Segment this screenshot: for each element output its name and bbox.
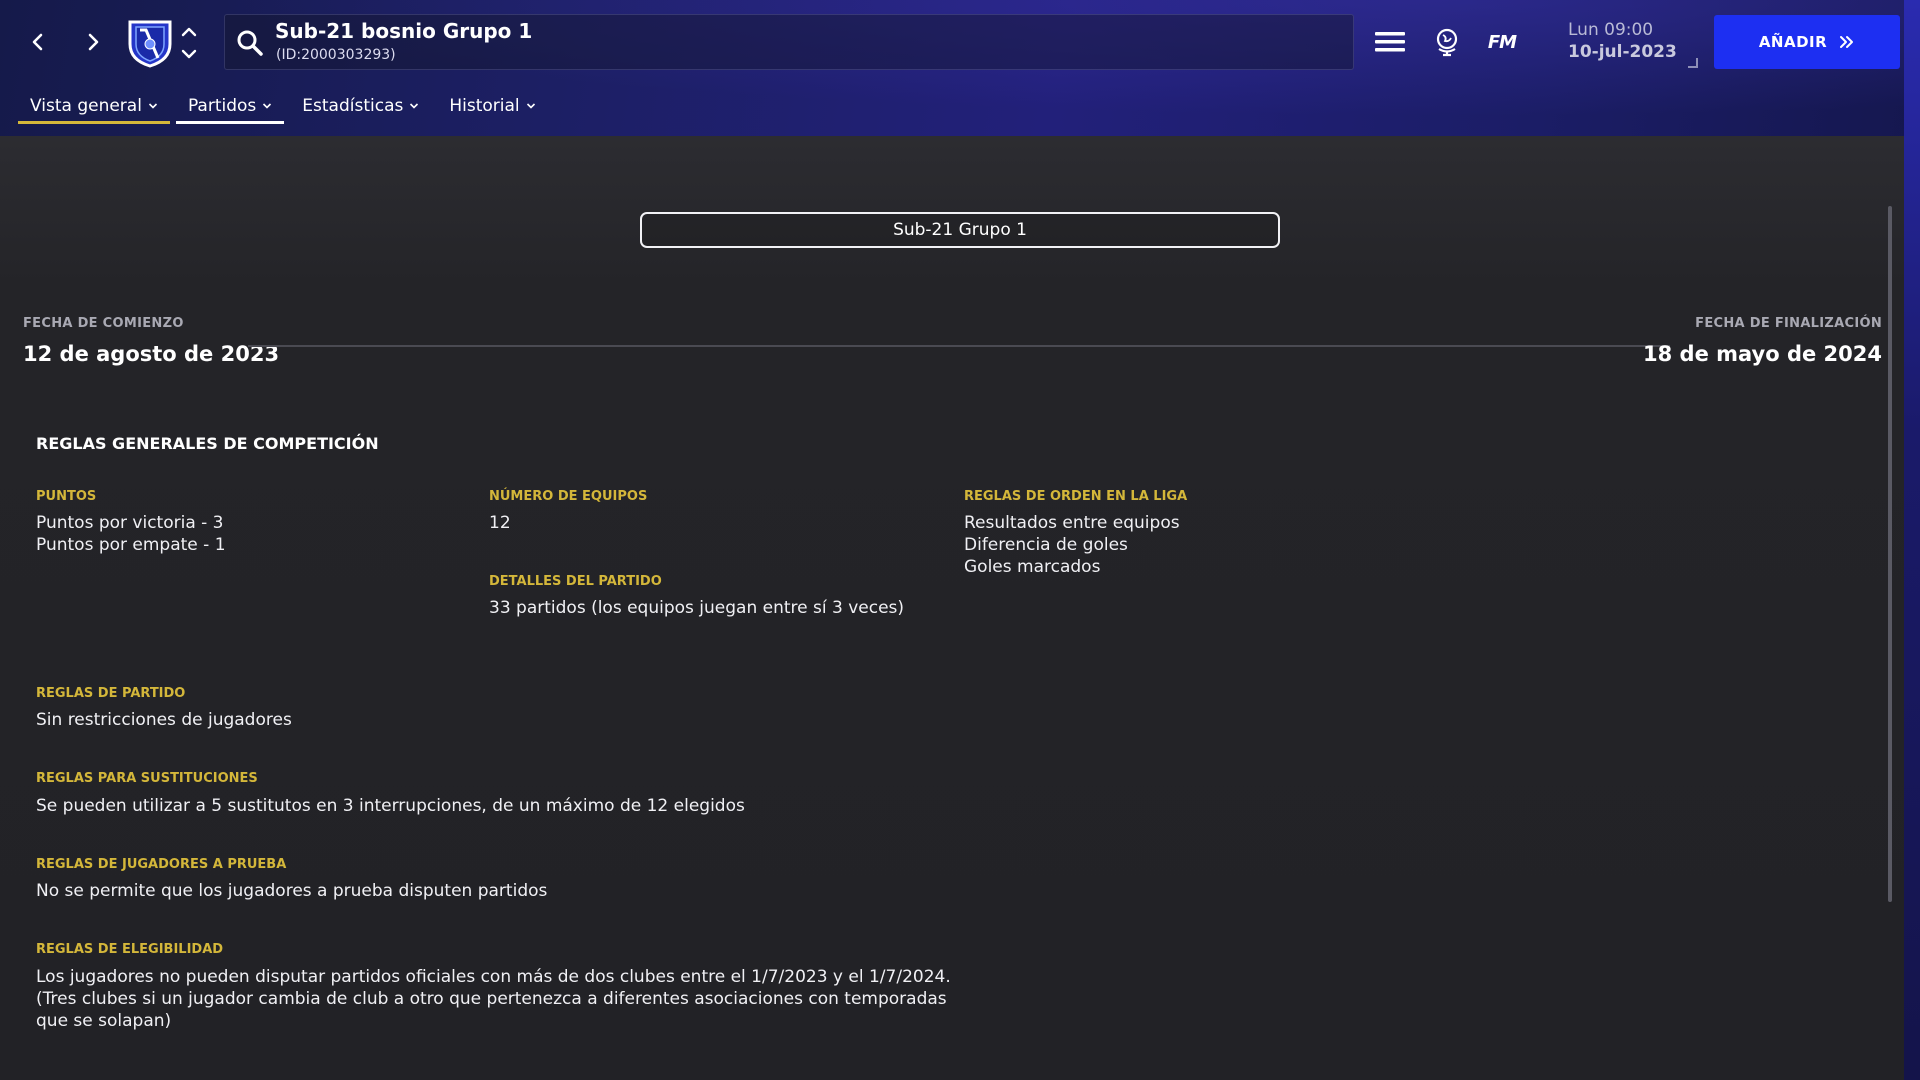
- world-button[interactable]: [1427, 22, 1467, 62]
- game-time: Lun 09:00: [1568, 20, 1654, 40]
- add-button-label: AÑADIR: [1758, 33, 1828, 51]
- chevron-down-icon[interactable]: [178, 46, 200, 62]
- scrollbar[interactable]: [1888, 206, 1892, 902]
- tab-estadisticas[interactable]: Estadísticas: [290, 88, 431, 124]
- globe-icon: [1436, 28, 1458, 57]
- match-rules-label: REGLAS DE PARTIDO: [36, 686, 186, 701]
- eligibility-line: Los jugadores no pueden disputar partido…: [36, 967, 951, 987]
- tab-partidos[interactable]: Partidos: [175, 88, 285, 124]
- content-panel: [0, 136, 1920, 1080]
- search-bar[interactable]: Sub-21 bosnio Grupo 1 (ID:2000303293): [224, 14, 1354, 70]
- double-chevron-right-icon: [1840, 36, 1854, 48]
- chevron-up-icon[interactable]: [178, 24, 200, 40]
- eligibility-line: (Tres clubes si un jugador cambia de clu…: [36, 989, 947, 1009]
- tab-label: Vista general: [30, 96, 142, 116]
- start-date-label: FECHA DE COMIENZO: [23, 316, 184, 331]
- league-order-label: REGLAS DE ORDEN EN LA LIGA: [964, 489, 1188, 504]
- match-details-label: DETALLES DEL PARTIDO: [489, 574, 662, 589]
- competition-switcher: [178, 24, 200, 62]
- corner-mark: [1688, 58, 1698, 68]
- trial-players-label: REGLAS DE JUGADORES A PRUEBA: [36, 857, 287, 872]
- forward-button[interactable]: [73, 22, 113, 62]
- add-button[interactable]: AÑADIR: [1714, 15, 1900, 69]
- eligibility-label: REGLAS DE ELEGIBILIDAD: [36, 942, 224, 957]
- order-goal-difference: Diferencia de goles: [964, 535, 1128, 555]
- end-date-label: FECHA DE FINALIZACIÓN: [1695, 316, 1882, 331]
- match-details-text: 33 partidos (los equipos juegan entre sí…: [489, 598, 905, 618]
- tab-label: Historial: [449, 96, 520, 116]
- game-datetime[interactable]: Lun 09:00 10-jul-2023: [1568, 20, 1698, 62]
- trial-players-text: No se permite que los jugadores a prueba…: [36, 881, 548, 901]
- points-win: Puntos por victoria - 3: [36, 513, 224, 533]
- tab-label: Partidos: [187, 96, 257, 116]
- match-rules-text: Sin restricciones de jugadores: [36, 710, 292, 730]
- menu-button[interactable]: [1370, 22, 1410, 62]
- right-decoration: [1904, 0, 1920, 1080]
- eligibility-line: que se solapan): [36, 1011, 172, 1031]
- tab-historial[interactable]: Historial: [437, 88, 547, 124]
- top-bar: Sub-21 bosnio Grupo 1 (ID:2000303293) FM…: [0, 0, 1920, 136]
- teams-value: 12: [489, 513, 511, 533]
- game-date: 10-jul-2023: [1568, 42, 1677, 62]
- substitution-rules-text: Se pueden utilizar a 5 sustitutos en 3 i…: [36, 796, 745, 816]
- points-draw: Puntos por empate - 1: [36, 535, 226, 555]
- page-title: Sub-21 bosnio Grupo 1: [275, 19, 533, 43]
- substitution-rules-label: REGLAS PARA SUSTITUCIONES: [36, 771, 258, 786]
- end-date-value: 18 de mayo de 2024: [1643, 342, 1882, 366]
- match-rules-value: Sin restricciones de jugadores: [36, 709, 292, 731]
- chevron-right-icon: [88, 33, 99, 51]
- points-values: Puntos por victoria - 3 Puntos por empat…: [36, 512, 226, 556]
- match-details-value: 33 partidos (los equipos juegan entre sí…: [489, 597, 904, 619]
- teams-label: NÚMERO DE EQUIPOS: [489, 489, 648, 504]
- points-label: PUNTOS: [36, 489, 97, 504]
- trial-players-value: No se permite que los jugadores a prueba…: [36, 880, 547, 902]
- season-timeline: [248, 345, 1670, 347]
- hamburger-menu-icon: [1375, 32, 1405, 52]
- back-button[interactable]: [18, 22, 58, 62]
- chevron-down-icon: [526, 103, 535, 109]
- club-crest-icon[interactable]: [126, 18, 174, 68]
- league-order-values: Resultados entre equipos Diferencia de g…: [964, 512, 1180, 578]
- eligibility-values: Los jugadores no pueden disputar partido…: [36, 966, 951, 1032]
- order-goals-scored: Goles marcados: [964, 557, 1101, 577]
- competition-id: (ID:2000303293): [276, 47, 396, 63]
- stage-selector-button[interactable]: Sub-21 Grupo 1: [640, 212, 1280, 248]
- chevron-down-icon: [410, 103, 419, 109]
- tab-vista-general[interactable]: Vista general: [18, 88, 170, 124]
- search-icon: [237, 30, 263, 56]
- order-head-to-head: Resultados entre equipos: [964, 513, 1180, 533]
- fm-logo: FM: [1487, 31, 1517, 53]
- chevron-down-icon: [148, 103, 158, 109]
- chevron-left-icon: [32, 33, 43, 51]
- start-date-value: 12 de agosto de 2023: [23, 342, 280, 366]
- rules-section-title: REGLAS GENERALES DE COMPETICIÓN: [36, 434, 379, 453]
- fm-button[interactable]: FM: [1482, 22, 1522, 62]
- substitution-rules-value: Se pueden utilizar a 5 sustitutos en 3 i…: [36, 795, 745, 817]
- chevron-down-icon: [263, 103, 272, 109]
- tab-label: Estadísticas: [302, 96, 404, 116]
- main-tabs: Vista general Partidos Estadísticas Hist…: [18, 88, 554, 124]
